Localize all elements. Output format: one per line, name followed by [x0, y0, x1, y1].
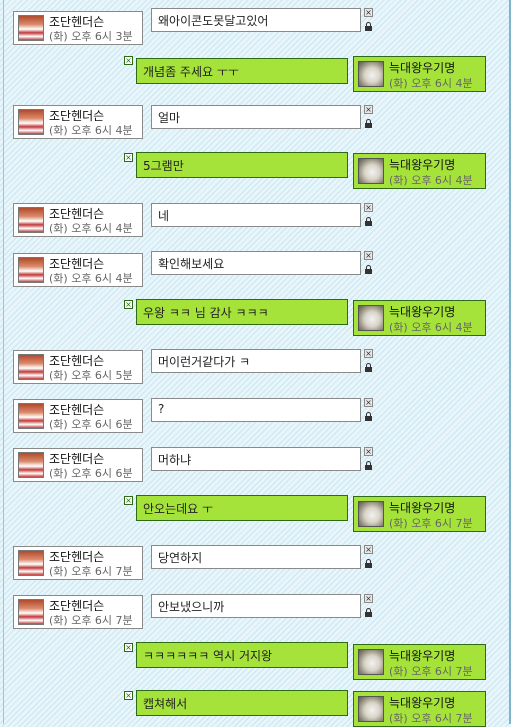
delete-icon[interactable]: × [364, 398, 373, 407]
avatar[interactable] [18, 452, 44, 478]
sender-card[interactable]: 조단헨더슨 (화) 오후 6시 7분 [13, 595, 143, 629]
message-time: (화) 오후 6시 4분 [49, 272, 133, 285]
message-bubble: ? [151, 398, 361, 422]
message-time: (화) 오후 6시 3분 [49, 30, 133, 43]
message-time: (화) 오후 6시 4분 [49, 222, 133, 235]
avatar[interactable] [18, 257, 44, 283]
avatar[interactable] [18, 403, 44, 429]
lock-icon[interactable] [364, 608, 373, 617]
sender-name: 늑대왕우기명 [389, 696, 456, 710]
message-bubble: 개념좀 주세요 ㅜㅜ [136, 58, 348, 84]
sender-card[interactable]: 조단헨더슨 (화) 오후 6시 4분 [13, 203, 143, 237]
message-bubble: 네 [151, 203, 361, 227]
sender-card[interactable]: 조단헨더슨 (화) 오후 6시 3분 [13, 11, 143, 45]
avatar[interactable] [18, 207, 44, 233]
message-time: (화) 오후 6시 4분 [389, 174, 473, 187]
message-time: (화) 오후 6시 6분 [49, 467, 133, 480]
message-time: (화) 오후 6시 6분 [49, 418, 133, 431]
message-bubble: 머하냐 [151, 447, 361, 471]
delete-icon[interactable]: × [124, 496, 133, 505]
delete-icon[interactable]: × [124, 56, 133, 65]
sender-name: 늑대왕우기명 [389, 501, 456, 515]
avatar[interactable] [358, 501, 384, 527]
avatar[interactable] [18, 15, 44, 41]
message-bubble: 우왕 ㅋㅋ 님 감사 ㅋㅋㅋ [136, 299, 348, 325]
sender-card[interactable]: 조단헨더슨 (화) 오후 6시 6분 [13, 448, 143, 482]
message-bubble: 얼마 [151, 105, 361, 129]
avatar[interactable] [358, 305, 384, 331]
sender-name: 늑대왕우기명 [389, 158, 456, 172]
lock-icon[interactable] [364, 363, 373, 372]
message-bubble: 확인해보세요 [151, 251, 361, 275]
avatar[interactable] [18, 550, 44, 576]
sender-card[interactable]: 조단헨더슨 (화) 오후 6시 6분 [13, 399, 143, 433]
sender-card[interactable]: 조단헨더슨 (화) 오후 6시 5분 [13, 350, 143, 384]
message-time: (화) 오후 6시 4분 [389, 77, 473, 90]
message-bubble: ㅋㅋㅋㅋㅋㅋ 역시 거지왕 [136, 642, 348, 668]
sender-card[interactable]: 늑대왕우기명 (화) 오후 6시 7분 [353, 644, 486, 680]
message-bubble: 왜아이콘도못달고있어 [151, 8, 361, 32]
sender-card[interactable]: 늑대왕우기명 (화) 오후 6시 4분 [353, 153, 486, 189]
message-bubble: 안오는데요 ㅜ [136, 495, 348, 521]
message-time: (화) 오후 6시 7분 [49, 614, 133, 627]
lock-icon[interactable] [364, 265, 373, 274]
avatar[interactable] [358, 696, 384, 722]
sender-name: 늑대왕우기명 [389, 61, 456, 75]
message-bubble: 머이런거같다가 ㅋ [151, 349, 361, 373]
lock-icon[interactable] [364, 22, 373, 31]
lock-icon[interactable] [364, 461, 373, 470]
lock-icon[interactable] [364, 559, 373, 568]
delete-icon[interactable]: × [364, 251, 373, 260]
message-time: (화) 오후 6시 7분 [389, 665, 473, 678]
delete-icon[interactable]: × [364, 105, 373, 114]
message-time: (화) 오후 6시 5분 [49, 369, 133, 382]
avatar[interactable] [358, 649, 384, 675]
avatar[interactable] [358, 61, 384, 87]
avatar[interactable] [18, 354, 44, 380]
lock-icon[interactable] [364, 412, 373, 421]
message-time: (화) 오후 6시 4분 [49, 124, 133, 137]
avatar[interactable] [18, 109, 44, 135]
left-border-line [3, 0, 4, 724]
sender-card[interactable]: 조단헨더슨 (화) 오후 6시 4분 [13, 105, 143, 139]
delete-icon[interactable]: × [124, 643, 133, 652]
message-bubble: 당연하지 [151, 545, 361, 569]
sender-card[interactable]: 늑대왕우기명 (화) 오후 6시 4분 [353, 56, 486, 92]
delete-icon[interactable]: × [364, 8, 373, 17]
avatar[interactable] [18, 599, 44, 625]
lock-icon[interactable] [364, 119, 373, 128]
delete-icon[interactable]: × [124, 153, 133, 162]
delete-icon[interactable]: × [364, 447, 373, 456]
lock-icon[interactable] [364, 217, 373, 226]
message-time: (화) 오후 6시 7분 [389, 517, 473, 530]
sender-card[interactable]: 조단헨더슨 (화) 오후 6시 7분 [13, 546, 143, 580]
delete-icon[interactable]: × [124, 691, 133, 700]
delete-icon[interactable]: × [364, 545, 373, 554]
sender-card[interactable]: 늑대왕우기명 (화) 오후 6시 7분 [353, 496, 486, 532]
delete-icon[interactable]: × [124, 300, 133, 309]
message-time: (화) 오후 6시 4분 [389, 321, 473, 334]
sender-card[interactable]: 늑대왕우기명 (화) 오후 6시 7분 [353, 691, 486, 727]
message-bubble: 캡쳐해서 [136, 690, 348, 716]
sender-card[interactable]: 조단헨더슨 (화) 오후 6시 4분 [13, 253, 143, 287]
sender-name: 늑대왕우기명 [389, 649, 456, 663]
delete-icon[interactable]: × [364, 594, 373, 603]
message-bubble: 5그램만 [136, 152, 348, 178]
message-bubble: 안보냈으니까 [151, 594, 361, 618]
delete-icon[interactable]: × [364, 203, 373, 212]
delete-icon[interactable]: × [364, 349, 373, 358]
avatar[interactable] [358, 158, 384, 184]
sender-card[interactable]: 늑대왕우기명 (화) 오후 6시 4분 [353, 300, 486, 336]
sender-name: 늑대왕우기명 [389, 305, 456, 319]
message-time: (화) 오후 6시 7분 [49, 565, 133, 578]
